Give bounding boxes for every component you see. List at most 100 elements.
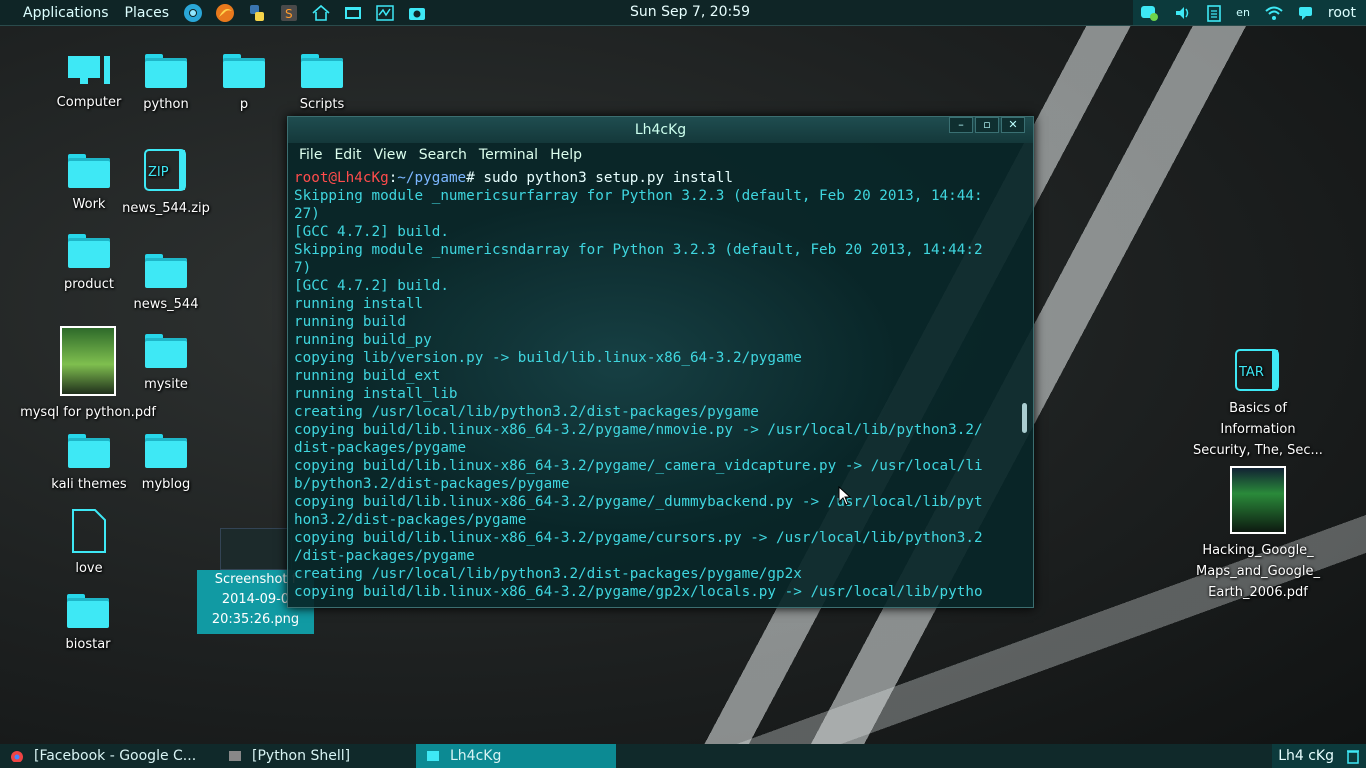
folder-icon <box>68 434 110 468</box>
desktop-icon-hacking-google-maps[interactable]: Hacking_Google_ Maps_and_Google_ Earth_2… <box>1188 466 1328 603</box>
menu-view[interactable]: View <box>374 147 407 163</box>
wifi-icon[interactable] <box>1264 5 1284 21</box>
applications-menu[interactable]: Applications <box>0 5 117 21</box>
folder-icon <box>145 254 187 288</box>
clock[interactable]: Sun Sep 7, 20:59 <box>630 4 750 20</box>
task-label: [Python Shell] <box>252 748 351 764</box>
window-icon <box>229 751 241 761</box>
user-menu[interactable]: root <box>1328 5 1356 21</box>
prompt-line: root@Lh4cKg:~/pygame# sudo python3 setup… <box>294 169 1016 187</box>
volume-icon[interactable] <box>1174 4 1192 22</box>
python-icon[interactable] <box>245 3 269 23</box>
task-terminal[interactable]: Lh4cKg <box>416 744 616 768</box>
folder-icon <box>68 154 110 188</box>
file-manager-icon[interactable] <box>341 3 365 23</box>
chromium-icon[interactable] <box>181 3 205 23</box>
window-titlebar[interactable]: Lh4cKg – ▫ ✕ <box>288 117 1033 143</box>
trash-icon[interactable] <box>1346 748 1360 764</box>
desktop-icon-label: news_544.zip <box>122 201 210 216</box>
task-label: Lh4cKg <box>450 748 502 764</box>
terminal-menubar: File Edit View Search Terminal Help <box>288 143 1033 167</box>
terminal-line: copying build/lib.linux-x86_64-3.2/pygam… <box>294 584 983 600</box>
sublime-icon[interactable]: S <box>277 3 301 23</box>
folder-icon <box>301 54 343 88</box>
screenshot-thumbnail-icon <box>220 528 292 570</box>
user-chat-icon[interactable] <box>1298 5 1314 21</box>
computer-icon <box>68 56 110 84</box>
terminal-line: Skipping module _numericsurfarray for Py… <box>294 188 983 204</box>
desktop-icon-myblog[interactable]: myblog <box>116 434 216 495</box>
terminal-line: 27) <box>294 206 320 222</box>
terminal-line: creating /usr/local/lib/python3.2/dist-p… <box>294 404 759 420</box>
terminal-line: dist-packages/pygame <box>294 440 467 456</box>
desktop-icon-label: mysql for python.pdf <box>20 405 156 420</box>
desktop-icon-label: Scripts <box>299 97 345 112</box>
terminal-scrollbar[interactable] <box>1022 403 1027 433</box>
prompt-command: # sudo python3 setup.py install <box>466 170 734 186</box>
system-monitor-icon[interactable] <box>373 3 397 23</box>
prompt-user: root@Lh4cKg <box>294 170 389 186</box>
folder-icon <box>68 234 110 268</box>
task-label: [Facebook - Google C... <box>34 748 197 764</box>
workspace-switcher[interactable]: Lh4 cKg <box>1272 748 1340 764</box>
terminal-output[interactable]: root@Lh4cKg:~/pygame# sudo python3 setup… <box>294 169 1016 603</box>
terminal-line: b/python3.2/dist-packages/pygame <box>294 476 570 492</box>
camera-icon[interactable] <box>405 3 429 23</box>
close-icon[interactable]: ✕ <box>1001 117 1025 133</box>
terminal-line: 7) <box>294 260 312 276</box>
task-python-shell[interactable]: [Python Shell] <box>218 744 416 768</box>
desktop-icon-scripts[interactable]: Scripts <box>272 54 372 115</box>
desktop-icon-mysite[interactable]: mysite <box>116 334 216 395</box>
menu-search[interactable]: Search <box>419 147 467 163</box>
menu-help[interactable]: Help <box>550 147 582 163</box>
folder-icon <box>223 54 265 88</box>
clipboard-icon[interactable] <box>1206 4 1222 22</box>
workspace-area: Lh4 cKg <box>1272 744 1366 768</box>
desktop-icon-love[interactable]: love <box>39 508 139 579</box>
task-facebook-chrome[interactable]: [Facebook - Google C... <box>0 744 218 768</box>
minimize-icon[interactable]: – <box>949 117 973 133</box>
terminal-icon <box>427 751 439 761</box>
places-menu[interactable]: Places <box>117 5 178 21</box>
window-controls: – ▫ ✕ <box>947 117 1025 133</box>
screenshot-label-line: 20:35:26.png <box>211 612 300 627</box>
terminal-line: Skipping module _numericsndarray for Pyt… <box>294 242 983 258</box>
terminal-line: /dist-packages/pygame <box>294 548 475 564</box>
desktop-icon-label: Hacking_Google_ <box>1202 543 1314 558</box>
zip-archive-icon: ZIP <box>144 149 186 191</box>
desktop-icon-news-zip[interactable]: ZIP news_544.zip <box>116 146 216 219</box>
home-icon[interactable] <box>309 3 333 23</box>
folder-icon <box>145 434 187 468</box>
desktop-icon-basics-infosec[interactable]: TAR Basics of Information Security, The,… <box>1188 346 1328 461</box>
terminal-line: running install <box>294 296 424 312</box>
system-tray: en root <box>1133 0 1366 25</box>
zip-badge: ZIP <box>148 165 169 180</box>
chat-status-icon[interactable] <box>1140 4 1160 22</box>
terminal-window: Lh4cKg – ▫ ✕ File Edit View Search Termi… <box>287 116 1034 608</box>
menu-file[interactable]: File <box>299 147 322 163</box>
terminal-line: copying build/lib.linux-x86_64-3.2/pygam… <box>294 530 983 546</box>
menu-terminal[interactable]: Terminal <box>479 147 538 163</box>
desktop-icon-label: news_544 <box>133 297 199 312</box>
tar-archive-icon: TAR <box>1235 349 1279 391</box>
desktop-icon-news-544[interactable]: news_544 <box>116 254 216 315</box>
language-indicator[interactable]: en <box>1236 6 1250 19</box>
firefox-icon[interactable] <box>213 3 237 23</box>
desktop-icon-label: myblog <box>141 477 191 492</box>
desktop-icon-label: love <box>75 561 103 576</box>
folder-icon <box>145 54 187 88</box>
svg-text:S: S <box>285 7 293 21</box>
bottom-taskbar: [Facebook - Google C... [Python Shell] L… <box>0 744 1366 768</box>
menu-edit[interactable]: Edit <box>334 147 361 163</box>
maximize-icon[interactable]: ▫ <box>975 117 999 133</box>
desktop-icon-label: biostar <box>65 637 111 652</box>
pdf-thumbnail-icon <box>1230 466 1286 534</box>
terminal-line: copying build/lib.linux-x86_64-3.2/pygam… <box>294 422 983 438</box>
desktop-icon-biostar[interactable]: biostar <box>38 594 138 655</box>
terminal-line: running install_lib <box>294 386 458 402</box>
text-file-icon <box>72 509 106 553</box>
terminal-line: running build_py <box>294 332 432 348</box>
mouse-pointer-icon <box>838 486 852 506</box>
terminal-line: copying build/lib.linux-x86_64-3.2/pygam… <box>294 494 983 510</box>
folder-icon <box>145 334 187 368</box>
